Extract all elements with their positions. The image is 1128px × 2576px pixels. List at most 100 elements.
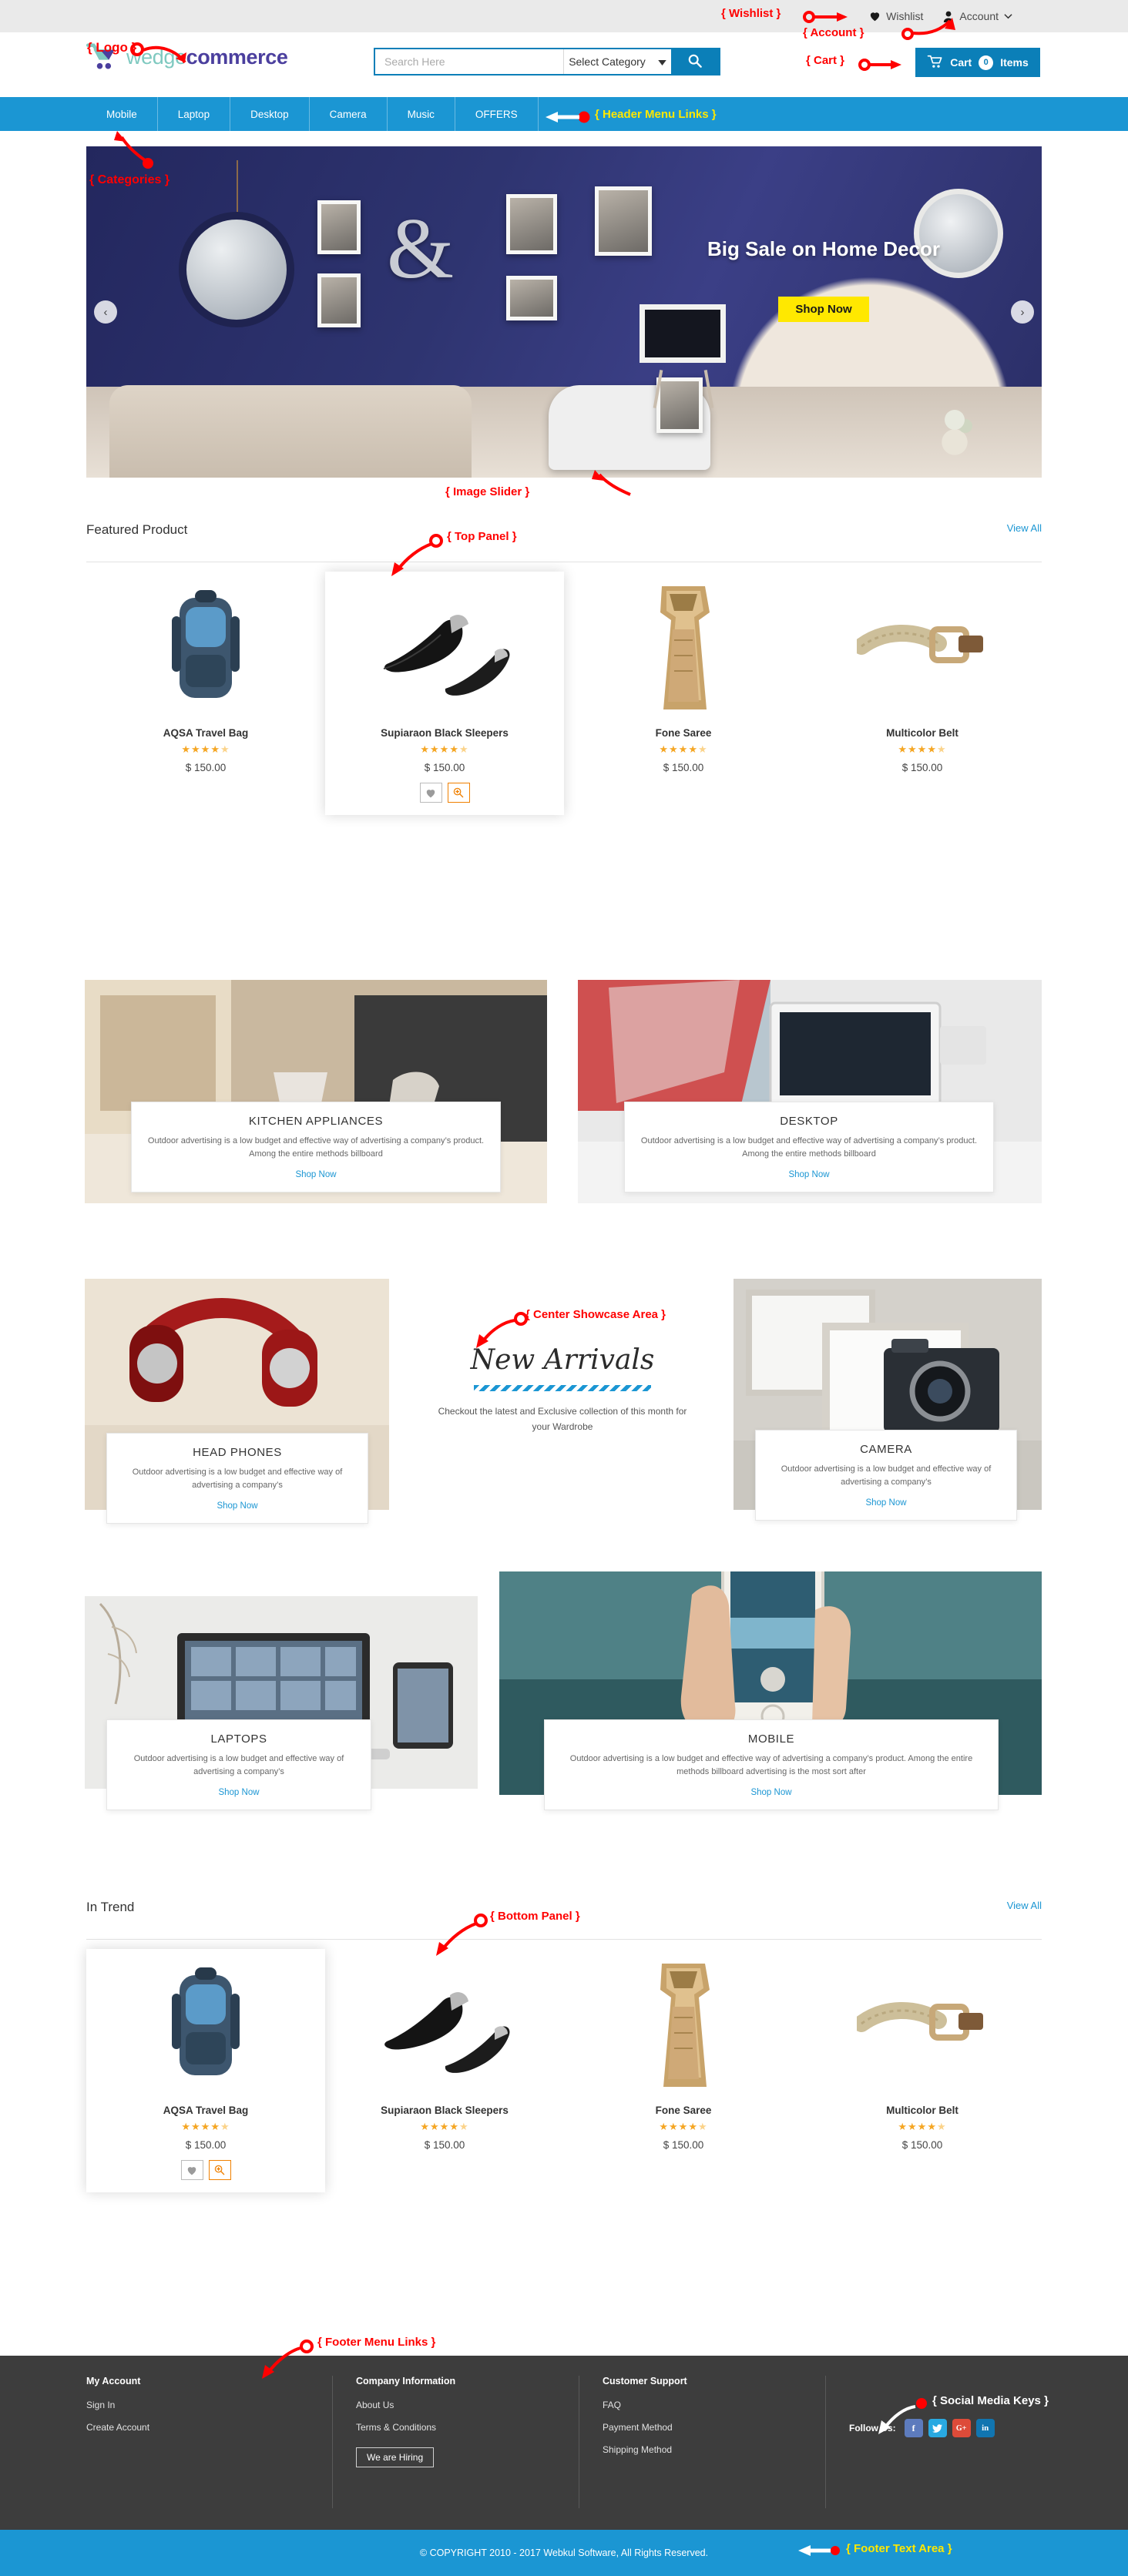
showcase-laptops-text: Outdoor advertising is a low budget and … — [133, 1754, 344, 1777]
footer-link-about-us[interactable]: About Us — [356, 2400, 556, 2410]
annotation-social-media: { Social Media Keys } — [932, 2394, 1049, 2407]
nav-item-laptop[interactable]: Laptop — [158, 97, 231, 131]
showcase-mobile-card: MOBILE Outdoor advertising is a low budg… — [544, 1719, 999, 1811]
product-name: Fone Saree — [655, 2105, 712, 2116]
showcase-mobile[interactable]: MOBILE Outdoor advertising is a low budg… — [499, 1571, 1042, 1811]
footer-link-sign-in[interactable]: Sign In — [86, 2400, 309, 2410]
search-icon — [688, 54, 702, 70]
nav-item-camera[interactable]: Camera — [310, 97, 388, 131]
product-name: Multicolor Belt — [886, 727, 958, 739]
product-name: Multicolor Belt — [886, 2105, 958, 2116]
showcase-laptops[interactable]: LAPTOPS Outdoor advertising is a low bud… — [85, 1596, 478, 1811]
account-menu[interactable]: Account — [943, 10, 1012, 22]
slider-shop-now-button[interactable]: Shop Now — [778, 297, 869, 322]
product-price: $ 150.00 — [185, 762, 227, 773]
showcase-laptops-shop-link[interactable]: Shop Now — [218, 1788, 259, 1797]
copyright-bar: © COPYRIGHT 2010 - 2017 Webkul Software,… — [0, 2530, 1128, 2576]
product-card[interactable]: AQSA Travel Bag ★★★★★ $ 150.00 — [86, 572, 325, 815]
product-card[interactable]: AQSA Travel Bag ★★★★★ $ 150.00 — [86, 1949, 325, 2192]
showcase-camera-shop-link[interactable]: Shop Now — [865, 1498, 906, 1508]
showcase-desktop-title: DESKTOP — [780, 1115, 838, 1128]
product-image-travel-bag — [94, 1960, 317, 2091]
nav-left-spacer — [0, 97, 86, 131]
add-to-wishlist-button[interactable] — [419, 783, 442, 803]
nav-item-offers[interactable]: OFFERS — [455, 97, 539, 131]
footer-link-shipping-method[interactable]: Shipping Method — [603, 2444, 802, 2455]
showcase-camera-card: CAMERA Outdoor advertising is a low budg… — [755, 1430, 1017, 1521]
footer-link-faq[interactable]: FAQ — [603, 2400, 802, 2410]
image-slider[interactable]: & Big Sale on Home Decor Shop Now ‹ › — [86, 146, 1042, 478]
product-card[interactable]: Multicolor Belt ★★★★★ $ 150.00 — [803, 1949, 1042, 2192]
wishlist-link[interactable]: Wishlist — [869, 10, 923, 22]
product-rating: ★★★★★ — [898, 743, 947, 755]
linkedin-icon[interactable]: in — [975, 2419, 995, 2437]
category-select[interactable]: Select Category — [563, 49, 671, 74]
product-rating: ★★★★★ — [898, 2121, 947, 2132]
user-icon — [943, 11, 954, 22]
slider-caption: Big Sale on Home Decor Shop Now — [697, 237, 951, 322]
product-price: $ 150.00 — [901, 762, 943, 773]
nav-item-music[interactable]: Music — [388, 97, 455, 131]
product-name: AQSA Travel Bag — [163, 727, 249, 739]
slider-next-arrow-icon[interactable]: › — [1011, 300, 1034, 324]
product-card[interactable]: Multicolor Belt ★★★★★ $ 150.00 — [803, 572, 1042, 815]
cart-button[interactable]: Cart 0 Items — [915, 48, 1040, 77]
nav-item-desktop[interactable]: Desktop — [230, 97, 310, 131]
facebook-icon[interactable]: f — [904, 2419, 923, 2437]
annotation-footer-menu: { Footer Menu Links } — [317, 2336, 436, 2349]
showcase-desktop-shop-link[interactable]: Shop Now — [788, 1170, 829, 1179]
showcase-desktop[interactable]: DESKTOP Outdoor advertising is a low bud… — [578, 980, 1042, 1203]
site-footer: My Account Sign In Create Account Compan… — [0, 2356, 1128, 2530]
quick-view-button[interactable] — [447, 783, 470, 803]
slider-prev-arrow-icon[interactable]: ‹ — [94, 300, 117, 324]
slider-plant — [928, 410, 982, 456]
search-input[interactable] — [375, 49, 563, 74]
social-links-row: Follow Us: f G+ in — [849, 2419, 1019, 2437]
product-card[interactable]: Supiaraon Black Sleepers ★★★★★ $ 150.00 — [325, 1949, 564, 2192]
search-button[interactable] — [671, 49, 719, 74]
new-arrivals-block: New Arrivals Checkout the latest and Exc… — [431, 1344, 693, 1435]
logo-text-commerce: commerce — [186, 45, 288, 69]
product-rating: ★★★★★ — [420, 2121, 469, 2132]
featured-view-all-link[interactable]: View All — [1007, 522, 1042, 534]
showcase-kitchen-title: KITCHEN APPLIANCES — [248, 1115, 384, 1128]
chevron-down-icon — [658, 55, 666, 68]
footer-link-create-account[interactable]: Create Account — [86, 2422, 309, 2433]
showcase-mobile-shop-link[interactable]: Shop Now — [750, 1788, 791, 1797]
footer-link-payment-method[interactable]: Payment Method — [603, 2422, 802, 2433]
product-card[interactable]: Fone Saree ★★★★★ $ 150.00 — [564, 572, 803, 815]
product-rating: ★★★★★ — [181, 2121, 230, 2132]
product-price: $ 150.00 — [663, 2139, 704, 2151]
footer-heading-my-account: My Account — [86, 2376, 141, 2386]
annotation-footer-text: { Footer Text Area } — [846, 2542, 952, 2555]
annotation-bottom-panel: { Bottom Panel } — [490, 1910, 580, 1923]
quick-view-button[interactable] — [208, 2160, 231, 2180]
nav-item-mobile[interactable]: Mobile — [86, 97, 158, 131]
product-price: $ 150.00 — [901, 2139, 943, 2151]
showcase-headphones-text: Outdoor advertising is a low budget and … — [132, 1467, 343, 1491]
showcase-headphones[interactable]: HEAD PHONES Outdoor advertising is a low… — [85, 1279, 389, 1524]
add-to-wishlist-button[interactable] — [180, 2160, 203, 2180]
cart-count-badge: 0 — [979, 55, 994, 70]
slider-title: Big Sale on Home Decor — [707, 237, 940, 260]
logo-wordmark: wedgecommerce — [126, 45, 288, 69]
follow-us-label: Follow Us: — [849, 2423, 896, 2433]
showcase-kitchen[interactable]: KITCHEN APPLIANCES Outdoor advertising i… — [85, 980, 547, 1203]
showcase-camera[interactable]: CAMERA Outdoor advertising is a low budg… — [734, 1279, 1042, 1521]
footer-link-terms[interactable]: Terms & Conditions — [356, 2422, 556, 2433]
showcase-headphones-title: HEAD PHONES — [193, 1446, 282, 1459]
intrend-view-all-link[interactable]: View All — [1007, 1900, 1042, 1911]
showcase-laptops-title: LAPTOPS — [210, 1732, 267, 1746]
slider-mirror-rope — [237, 160, 238, 214]
showcase-headphones-shop-link[interactable]: Shop Now — [217, 1501, 257, 1511]
showcase-kitchen-shop-link[interactable]: Shop Now — [295, 1170, 336, 1179]
product-rating: ★★★★★ — [420, 743, 469, 755]
we-are-hiring-button[interactable]: We are Hiring — [356, 2447, 435, 2467]
product-card[interactable]: Fone Saree ★★★★★ $ 150.00 — [564, 1949, 803, 2192]
google-plus-icon[interactable]: G+ — [952, 2419, 971, 2437]
product-image-black-sleepers — [333, 582, 556, 713]
slider-frame-3 — [506, 194, 557, 254]
twitter-icon[interactable] — [928, 2419, 947, 2437]
product-actions — [94, 2160, 317, 2180]
product-card[interactable]: Supiaraon Black Sleepers ★★★★★ $ 150.00 — [325, 572, 564, 815]
